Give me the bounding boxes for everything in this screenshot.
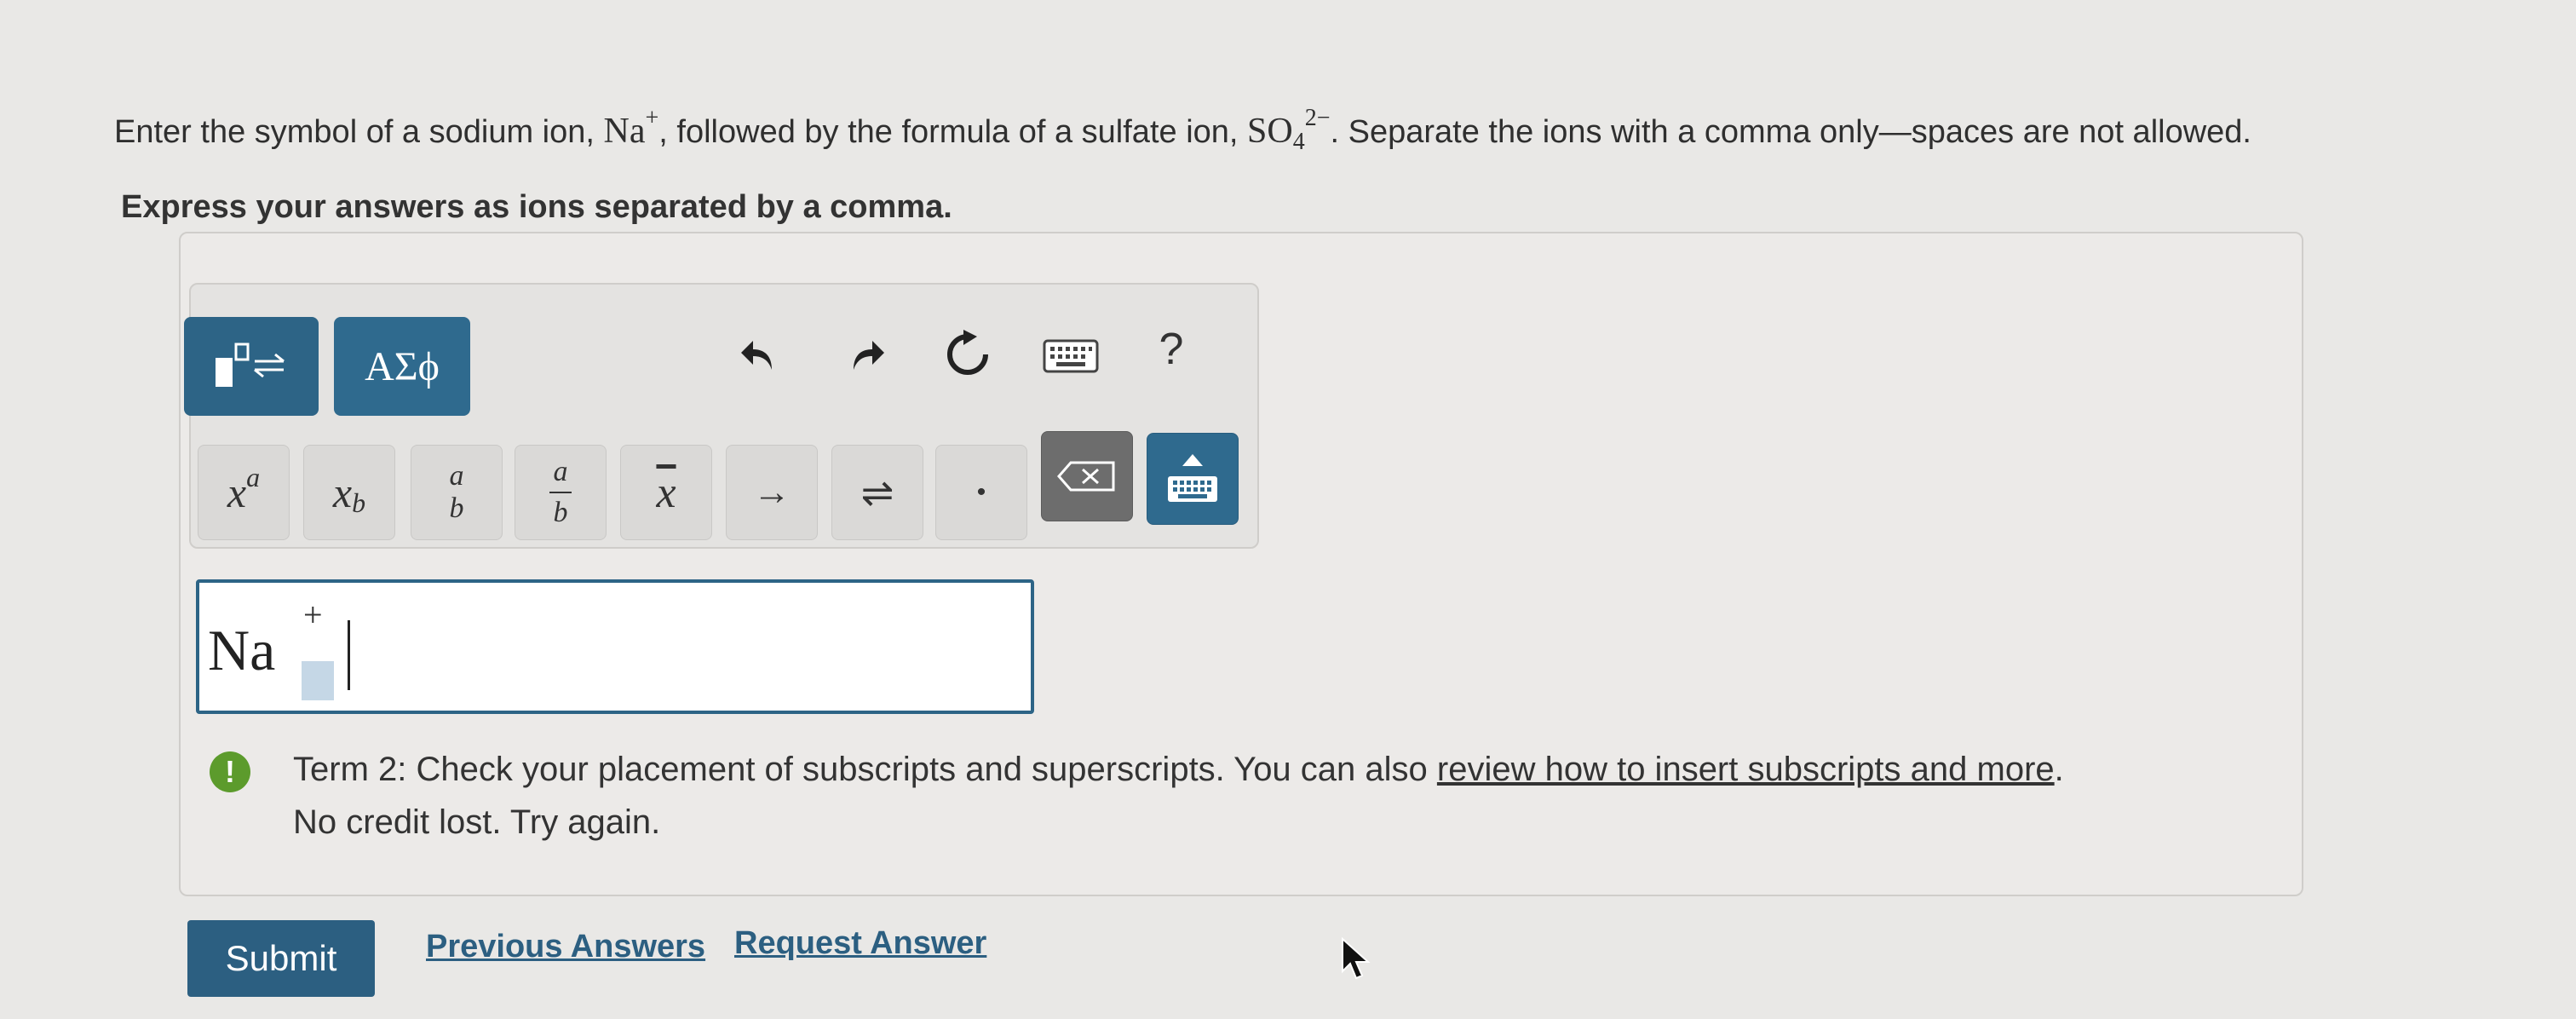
sodium-charge: + <box>645 105 659 131</box>
redo-icon[interactable] <box>840 329 891 380</box>
warning-icon: ! <box>210 751 250 792</box>
sulfate-symbol: SO <box>1247 112 1293 151</box>
fraction-denominator: b <box>449 492 464 524</box>
feedback-message: Term 2: Check your placement of subscrip… <box>293 743 2064 849</box>
question-text: Enter the symbol of a sodium ion, Na+, f… <box>114 107 2567 154</box>
reaction-arrow-key[interactable]: → <box>726 445 818 540</box>
equilibrium-arrow-key[interactable]: ⇌ <box>831 445 923 540</box>
text-caret <box>348 620 350 690</box>
answer-instruction: Express your answers as ions separated b… <box>121 189 952 225</box>
mouse-pointer-icon <box>1339 936 1373 986</box>
feedback-line2: No credit lost. Try again. <box>293 803 661 841</box>
question-part1: Enter the symbol of a sodium ion, <box>114 114 604 150</box>
fraction-glyph: ab <box>450 460 464 525</box>
fraction-numerator: a <box>449 460 464 492</box>
superscript-base: x <box>227 469 247 516</box>
undo-icon[interactable] <box>734 329 785 380</box>
backspace-key[interactable] <box>1041 431 1133 521</box>
sodium-ion-formula: Na+ <box>603 107 659 152</box>
question-part2: , followed by the formula of a sulfate i… <box>658 114 1248 150</box>
subscript-sub: b <box>352 486 366 518</box>
sulfate-subscript: 4 <box>1292 129 1305 155</box>
feedback-line1: Term 2: Check your placement of subscrip… <box>293 743 2064 796</box>
stacked-fraction-denominator: b <box>553 497 568 528</box>
submit-button[interactable]: Submit <box>187 920 375 997</box>
templates-button[interactable] <box>184 317 319 416</box>
question-part3: . Separate the ions with a comma only—sp… <box>1330 114 2251 150</box>
overline-glyph: x <box>656 468 676 517</box>
feedback-line1-end: . <box>2054 751 2064 788</box>
request-answer-link[interactable]: Request Answer <box>734 925 986 962</box>
backspace-icon <box>1057 461 1115 492</box>
answer-charge: + <box>303 596 323 634</box>
fraction-key[interactable]: ab <box>411 445 503 540</box>
sulfate-charge: 2− <box>1304 105 1331 131</box>
stacked-fraction-numerator: a <box>553 456 568 487</box>
stacked-fraction-key[interactable]: ab <box>515 445 607 540</box>
stacked-fraction-glyph: ab <box>549 456 572 529</box>
greek-symbols-button[interactable]: ΑΣϕ <box>334 317 470 416</box>
superscript-key[interactable]: xa <box>198 445 290 540</box>
keyboard-icon <box>1168 476 1217 502</box>
review-subscripts-link[interactable]: review how to insert subscripts and more <box>1437 751 2055 788</box>
reset-icon[interactable] <box>940 327 995 382</box>
sulfate-ion-formula: SO42− <box>1247 107 1331 154</box>
subscript-base: x <box>332 469 353 516</box>
empty-subscript-slot[interactable] <box>302 661 334 700</box>
help-icon[interactable]: ? <box>1152 324 1191 375</box>
chevron-up-icon <box>1182 454 1203 466</box>
keyboard-icon[interactable] <box>1041 337 1101 375</box>
toggle-keyboard-key[interactable] <box>1147 433 1239 525</box>
sodium-symbol: Na <box>603 112 646 151</box>
feedback-line1-text: Term 2: Check your placement of subscrip… <box>293 751 1437 788</box>
answer-symbol: Na <box>208 618 276 682</box>
answer-input[interactable]: Na + <box>196 579 1034 714</box>
templates-icon <box>216 343 285 387</box>
dot-key[interactable]: • <box>935 445 1027 540</box>
superscript-exponent: a <box>246 461 261 492</box>
overline-key[interactable]: x <box>620 445 712 540</box>
subscript-key[interactable]: xb <box>303 445 395 540</box>
previous-answers-link[interactable]: Previous Answers <box>426 929 705 965</box>
